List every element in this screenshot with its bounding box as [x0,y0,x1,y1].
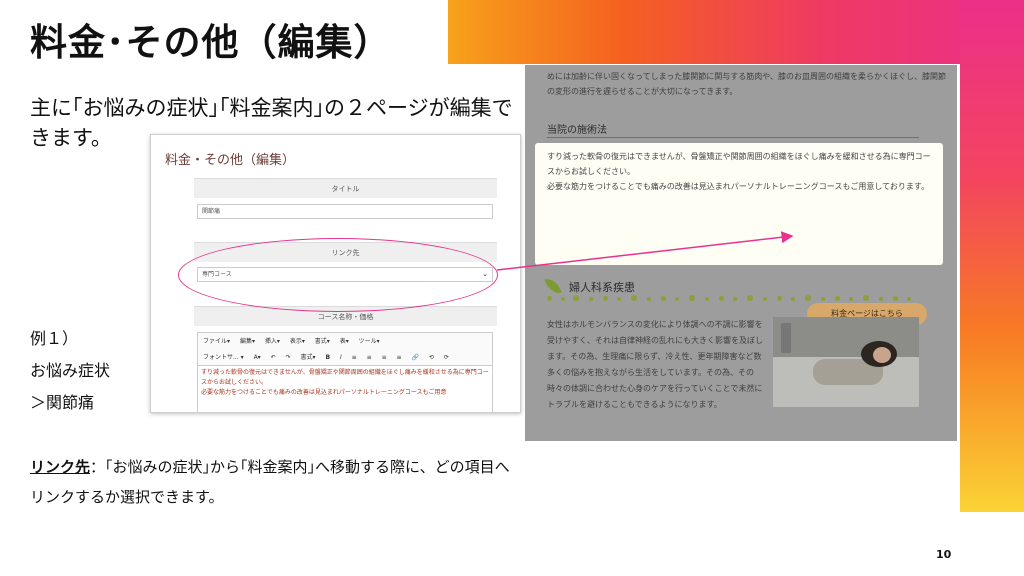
format-select[interactable]: 書式▾ [301,354,316,361]
rotate-left-icon[interactable]: ⟲ [429,354,434,361]
editor-body-line: 必要な筋力をつけることでも痛みの改善は見込まれパーソナルトレーニングコースもご用… [201,389,447,396]
highlight-ellipse [178,238,498,312]
preview-top-text: めには加齢に伴い固くなってしまった膝関節に関与する筋肉や、膝のお皿周囲の組織を柔… [547,72,947,96]
example-line: ＞関節痛 [30,393,95,412]
example-block: 例１） お悩み症状 ＞関節痛 [30,323,110,419]
side-gradient-bar [960,0,1024,512]
preview-category-title: 婦人科系疾患 [569,281,635,294]
bold-icon[interactable]: B [325,354,330,361]
menu-table[interactable]: 表▾ [340,338,349,345]
redo-icon[interactable]: ↷ [286,354,291,361]
title-input[interactable]: 関節痛 [197,204,493,219]
menu-tools[interactable]: ツール▾ [359,338,380,345]
menu-view[interactable]: 表示▾ [290,338,305,345]
example-line: お悩み症状 [30,361,111,380]
link-icon[interactable]: 🔗 [411,354,418,361]
header-gradient-bar [448,0,1024,64]
dot-divider [547,295,927,303]
preview-body-text: 女性はホルモンバランスの変化により体調への不調に影響を受けやすく、それは自律神経… [547,320,763,409]
rich-text-body[interactable]: すり減った軟骨の復元はできませんが、骨盤矯正や関節周囲の組織をほぐし痛みを緩和さ… [197,366,493,412]
italic-icon[interactable]: I [340,354,342,361]
font-size-select[interactable]: フォントサ... ▾ [203,354,244,361]
preview-card: すり減った軟骨の復元はできませんが、骨盤矯正や関節周囲の組織をほぐし痛みを緩和さ… [535,143,943,325]
preview-divider [547,137,919,138]
menu-insert[interactable]: 挿入▾ [265,338,280,345]
woman-in-bed-photo [773,317,919,407]
rotate-right-icon[interactable]: ⟳ [444,354,449,361]
rich-text-toolbar: ファイル▾ 編集▾ 挿入▾ 表示▾ 書式▾ 表▾ ツール▾ フォントサ... ▾… [197,332,493,366]
preview-section-title: 当院の施術法 [547,125,607,136]
page-number: 10 [936,548,952,561]
align-center-icon[interactable]: ≡ [367,354,372,361]
preview-card-text: 必要な筋力をつけることでも痛みの改善は見込まれパーソナルトレーニングコースもご用… [547,182,930,191]
editor-body-line: すり減った軟骨の復元はできませんが、骨盤矯正や関節周囲の組織をほぐし痛みを緩和さ… [201,369,489,386]
font-color-icon[interactable]: A▾ [254,354,261,361]
slide-title: 料金･その他（編集） [30,21,392,64]
align-justify-icon[interactable]: ≡ [397,354,402,361]
align-right-icon[interactable]: ≡ [382,354,387,361]
website-preview-screenshot: めには加齢に伴い固くなってしまった膝関節に関与する筋肉や、膝のお皿周囲の組織を柔… [525,65,957,441]
menu-edit[interactable]: 編集▾ [240,338,255,345]
link-note-label: リンク先 [30,458,91,476]
link-note: リンク先：｢お悩みの症状｣から｢料金案内｣へ移動する際に、どの項目へリンクするか… [30,452,510,512]
menu-format[interactable]: 書式▾ [315,338,330,345]
link-note-text: ：｢お悩みの症状｣から｢料金案内｣へ移動する際に、どの項目へリンクするか選択でき… [30,458,510,506]
title-section-header: タイトル [194,178,497,198]
editor-heading: 料金・その他（編集） [165,153,296,168]
preview-card-text: すり減った軟骨の復元はできませんが、骨盤矯正や関節周囲の組織をほぐし痛みを緩和さ… [547,152,931,176]
leaf-icon [544,275,562,297]
example-line: 例１） [30,329,79,348]
undo-icon[interactable]: ↶ [271,354,276,361]
align-left-icon[interactable]: ≡ [352,354,357,361]
menu-file[interactable]: ファイル▾ [203,338,230,345]
